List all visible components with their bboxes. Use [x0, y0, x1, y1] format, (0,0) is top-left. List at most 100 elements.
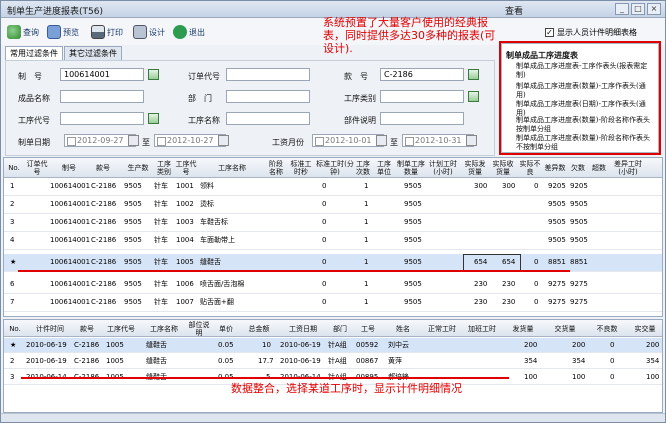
table-row[interactable]: 2 100614001 C-2186 9505 针车 1002 烫标 0 1 9… — [4, 196, 662, 214]
cell-pcode: 1003 — [176, 218, 194, 226]
col-header[interactable]: 标准工时秒 — [288, 159, 314, 177]
col-header[interactable]: 工序名称 — [199, 159, 265, 177]
col-header[interactable]: 差异数 — [544, 159, 566, 177]
color-label: 成品名称 — [18, 94, 50, 103]
table-row[interactable]: 6 100614001 C-2186 9505 针车 1006 喷舌面/舌泡棉 … — [4, 276, 662, 294]
order-no-field[interactable]: 100614001 — [60, 68, 144, 81]
col-header[interactable]: 工号 — [356, 321, 380, 336]
style-field[interactable]: C-2186 — [380, 68, 464, 81]
status-bar — [1, 413, 665, 422]
style-lookup-button[interactable] — [468, 69, 479, 80]
col-header[interactable]: 姓名 — [388, 321, 418, 336]
col-header[interactable]: No. — [6, 159, 22, 177]
proc-code-field[interactable] — [60, 112, 144, 125]
proc-type-lookup-button[interactable] — [468, 91, 479, 102]
table-row[interactable]: 3 100614001 C-2186 9505 针车 1003 车鞋舌标 0 1… — [4, 214, 662, 232]
design-button[interactable]: 设计 — [133, 23, 165, 41]
cell-diff: 9505 — [548, 200, 566, 208]
date-to-dropdown[interactable] — [218, 135, 229, 146]
date-from-field[interactable]: 2012-09-27 — [64, 134, 136, 147]
col-header[interactable]: 计划工时(小时) — [426, 159, 460, 177]
current-row-star-icon: ★ — [10, 258, 17, 266]
date-to-field[interactable]: 2012-10-27 — [154, 134, 226, 147]
proc-type-field[interactable] — [380, 90, 464, 103]
col-header[interactable]: 标准工时(分钟) — [316, 159, 354, 177]
maximize-button[interactable]: □ — [631, 3, 645, 15]
col-header[interactable]: 工序代号 — [175, 159, 197, 177]
cell-times: 1 — [364, 236, 369, 244]
preview-button[interactable]: 预览 — [47, 23, 79, 41]
col-header[interactable]: 阶段名称 — [266, 159, 286, 177]
order-code-field[interactable] — [226, 68, 310, 81]
date-from-dropdown[interactable] — [128, 135, 139, 146]
close-button[interactable]: × — [647, 3, 661, 15]
cell-pname: 车面勒带上 — [200, 236, 235, 244]
col-header[interactable]: 工序名称 — [144, 321, 184, 336]
cell-ptype: 针车 — [154, 218, 168, 226]
col-header[interactable]: 实交量 — [630, 321, 660, 336]
query-button[interactable]: 查询 — [7, 23, 39, 41]
detail-row[interactable]: 2 2010-06-19 C-2186 1005 缝鞋舌 0.05 17.7 2… — [4, 354, 662, 369]
cell-out: 100 — [524, 373, 538, 381]
col-header[interactable]: 生产数 — [122, 159, 154, 177]
col-header[interactable]: 正常工时 — [424, 321, 460, 336]
col-header[interactable]: 不良数 — [592, 321, 622, 336]
col-header[interactable]: 计件时间 — [28, 321, 72, 336]
cell-out: 354 — [524, 357, 538, 365]
cell-no: 3 — [10, 373, 15, 381]
col-header[interactable]: 工序代号 — [104, 321, 138, 336]
col-header[interactable]: 实际不良 — [518, 159, 542, 177]
table-row[interactable]: 7 100614001 C-2186 9505 针车 1007 贴舌面+翻 0 … — [4, 294, 662, 312]
col-header[interactable]: 款号 — [74, 321, 100, 336]
wage-from-field[interactable]: 2012-10-01 — [312, 134, 384, 147]
col-header[interactable]: 工资日期 — [280, 321, 326, 336]
cell-no: 2 — [10, 357, 15, 365]
col-header[interactable]: 实际发货量 — [462, 159, 488, 177]
proc-code-lookup-button[interactable] — [148, 113, 159, 124]
wage-to-field[interactable]: 2012-10-31 — [402, 134, 474, 147]
table-row[interactable]: 1 100614001 C-2186 9505 针车 1001 领料 0 1 9… — [4, 178, 662, 196]
proc-name-field[interactable] — [226, 112, 310, 125]
exit-button[interactable]: 退出 — [173, 23, 205, 41]
wage-from-dropdown[interactable] — [376, 135, 387, 146]
minimize-button[interactable]: _ — [615, 3, 629, 15]
col-header[interactable]: 单价 — [214, 321, 238, 336]
col-header[interactable]: 实际收货量 — [490, 159, 516, 177]
col-header[interactable]: 部门 — [328, 321, 352, 336]
order-no-lookup-button[interactable] — [148, 69, 159, 80]
wage-to-dropdown[interactable] — [466, 135, 477, 146]
col-header[interactable]: 发货量 — [508, 321, 538, 336]
print-button[interactable]: 打印 — [91, 23, 123, 41]
table-row[interactable]: 4 100614001 C-2186 9505 针车 1004 车面勒带上 0 … — [4, 232, 662, 250]
col-header[interactable]: No. — [6, 321, 24, 336]
color-field[interactable] — [60, 90, 144, 103]
col-header[interactable]: 部位说明 — [188, 321, 210, 337]
col-header[interactable]: 超数 — [590, 159, 608, 177]
col-header[interactable]: 交货量 — [550, 321, 580, 336]
part-field[interactable] — [380, 112, 464, 125]
tab-other-filter[interactable]: 其它过滤条件 — [64, 46, 122, 60]
col-header[interactable]: 订单代号 — [24, 159, 50, 177]
col-header[interactable]: 差异工时(小时) — [610, 159, 646, 177]
col-header[interactable]: 工序单位 — [374, 159, 394, 177]
detail-row-selected[interactable]: ★ 2010-06-19 C-2186 1005 缝鞋舌 0.05 10 201… — [4, 338, 662, 353]
col-header[interactable]: 制单工序数量 — [396, 159, 426, 177]
col-header[interactable]: 制号 — [54, 159, 84, 177]
col-header[interactable]: 总金额 — [242, 321, 276, 336]
cell-bad: 0 — [610, 341, 615, 349]
cell-recv: 230 — [502, 280, 516, 288]
col-header[interactable]: 款号 — [90, 159, 116, 177]
col-header[interactable]: 加班工时 — [464, 321, 500, 336]
cell-qty: 9505 — [124, 298, 142, 306]
wage-to-separator: 至 — [390, 138, 398, 147]
cell-kh: C-2186 — [91, 236, 117, 244]
proc-type-label: 工序类别 — [344, 94, 376, 103]
show-detail-checkbox[interactable]: ✓ 显示人员计件明细表格 — [545, 27, 637, 38]
col-header[interactable]: 欠数 — [568, 159, 588, 177]
tab-common-filter[interactable]: 常用过滤条件 — [5, 46, 63, 60]
col-header[interactable]: 工序类别 — [154, 159, 174, 177]
cell-qty: 9505 — [124, 258, 142, 266]
dept-field[interactable] — [226, 90, 310, 103]
cell-in: 354 — [572, 357, 586, 365]
col-header[interactable]: 工序次数 — [354, 159, 372, 177]
